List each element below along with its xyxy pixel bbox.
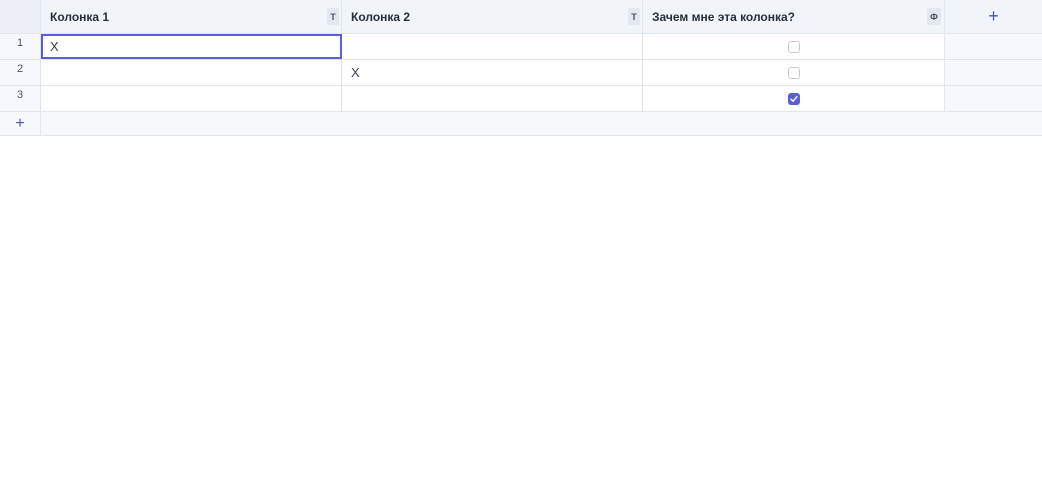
column-header-2[interactable]: Колонка 2 T	[342, 0, 643, 33]
table-cell[interactable]	[643, 60, 945, 85]
column-title: Колонка 1	[50, 9, 110, 24]
table-cell[interactable]	[643, 86, 945, 111]
text-type-icon[interactable]: T	[628, 8, 640, 25]
column-title: Колонка 2	[351, 9, 411, 24]
table-cell[interactable]: X	[342, 60, 643, 85]
table-cell[interactable]	[342, 34, 643, 59]
spreadsheet-grid: Колонка 1 T Колонка 2 T Зачем мне эта ко…	[0, 0, 1042, 136]
row-number[interactable]: 3	[0, 86, 41, 111]
table-cell[interactable]: X	[41, 34, 342, 59]
table-row: 2 X	[0, 60, 1042, 86]
add-column-button[interactable]: +	[945, 0, 1042, 33]
table-cell[interactable]	[41, 86, 342, 111]
check-icon	[789, 95, 798, 102]
row-number[interactable]: 1	[0, 34, 41, 59]
table-row: 1 X	[0, 34, 1042, 60]
table-cell[interactable]	[342, 86, 643, 111]
checkbox[interactable]	[787, 66, 800, 79]
text-type-icon[interactable]: T	[327, 8, 339, 25]
add-row-bar: +	[0, 112, 1042, 136]
column-title: Зачем мне эта колонка?	[652, 9, 796, 24]
empty-cell	[945, 86, 1042, 111]
checkbox[interactable]	[787, 92, 800, 105]
header-row: Колонка 1 T Колонка 2 T Зачем мне эта ко…	[0, 0, 1042, 34]
add-row-button[interactable]: +	[0, 112, 41, 135]
table-row: 3	[0, 86, 1042, 112]
table-cell[interactable]	[643, 34, 945, 59]
empty-cell	[945, 60, 1042, 85]
column-header-3[interactable]: Зачем мне эта колонка? Ф	[643, 0, 945, 33]
checkbox[interactable]	[787, 40, 800, 53]
table-cell[interactable]	[41, 60, 342, 85]
corner-cell[interactable]	[0, 0, 41, 33]
empty-cell	[945, 34, 1042, 59]
row-number[interactable]: 2	[0, 60, 41, 85]
add-row-area[interactable]	[41, 112, 1042, 135]
column-header-1[interactable]: Колонка 1 T	[41, 0, 342, 33]
formula-type-icon[interactable]: Ф	[927, 8, 941, 25]
